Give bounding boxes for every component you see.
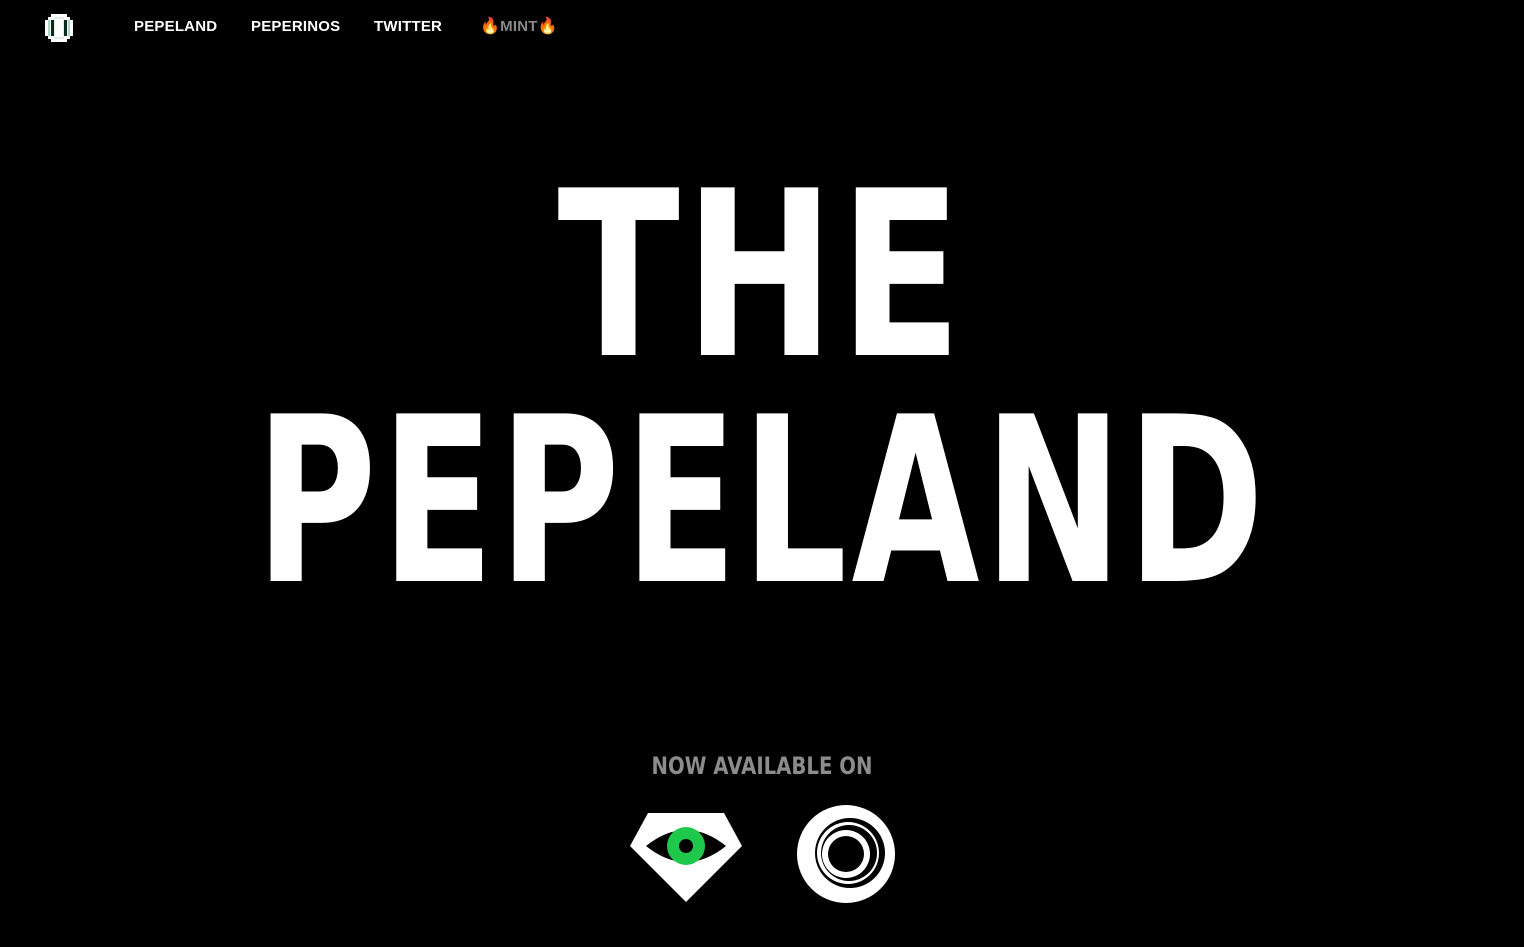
mint-label: MINT [500,18,538,35]
nav-link-mint[interactable]: 🔥MINT🔥 [480,18,558,36]
ring-marketplace-icon[interactable] [796,804,896,904]
nav-link-twitter[interactable]: TWITTER [374,18,442,36]
pixel-coin-logo-icon[interactable] [42,11,76,45]
hero-title-line-2: PEPELAND [255,369,1269,636]
top-nav: PEPELAND PEPERINOS TWITTER 🔥MINT🔥 [0,0,1524,56]
now-available-label: NOW AVAILABLE ON [651,752,873,780]
nav-link-pepeland[interactable]: PEPELAND [134,18,217,36]
nav-link-peperinos[interactable]: PEPERINOS [251,18,340,36]
fire-icon: 🔥 [537,18,558,35]
hero-title-line-1: THE [557,143,967,410]
fire-icon: 🔥 [480,18,501,35]
eye-marketplace-icon[interactable] [628,810,744,904]
